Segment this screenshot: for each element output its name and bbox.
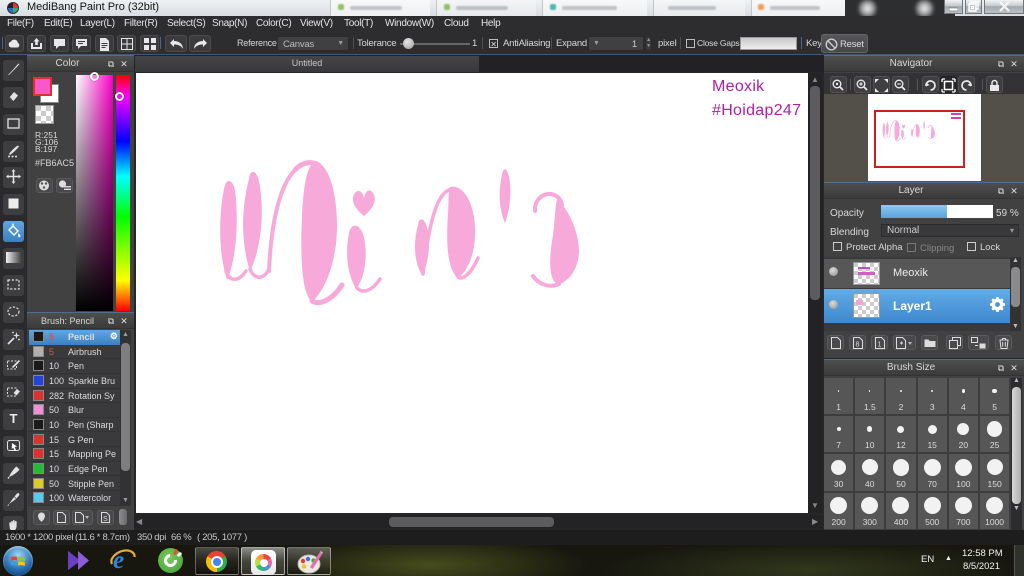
svg-text:S: S — [103, 516, 108, 523]
svg-text:8: 8 — [855, 342, 859, 349]
svg-text:1: 1 — [877, 342, 881, 349]
